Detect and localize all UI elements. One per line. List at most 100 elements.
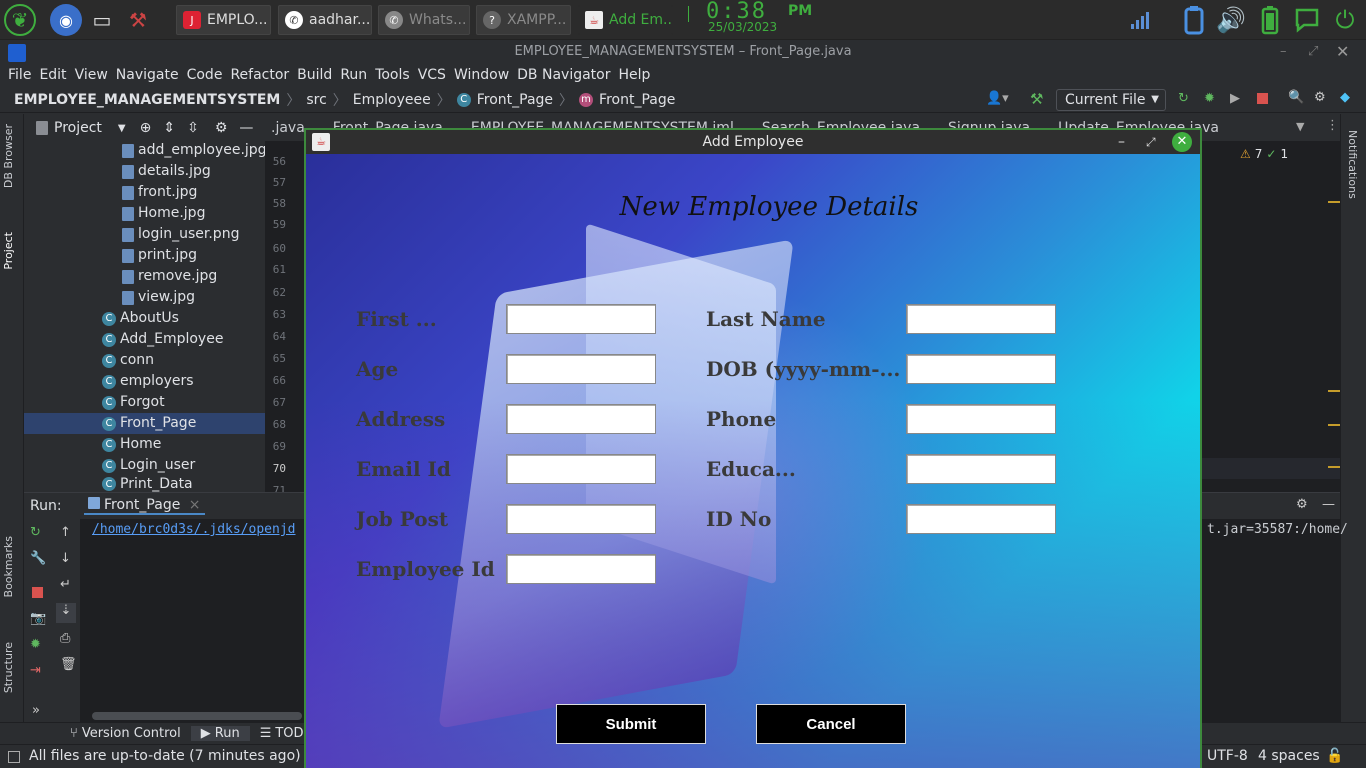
tree-class[interactable]: Cemployers: [102, 371, 194, 392]
signal-icon[interactable]: [1126, 4, 1156, 36]
employee-id-input[interactable]: [506, 554, 656, 584]
tab-run[interactable]: ▶ Run: [190, 726, 250, 741]
tree-class[interactable]: C Login_user: [102, 455, 195, 476]
minimize-icon[interactable]: –: [1280, 41, 1287, 63]
close-icon[interactable]: ✕: [1336, 41, 1349, 63]
power-icon[interactable]: ⏻: [1330, 4, 1360, 36]
task-add-employee[interactable]: ☕ Add Em...: [578, 5, 673, 35]
breadcrumb-class[interactable]: Front_Page: [477, 92, 553, 108]
bookmarks-tab[interactable]: Bookmarks: [2, 536, 15, 597]
cancel-button[interactable]: Cancel: [756, 704, 906, 744]
debug-icon[interactable]: ✹: [30, 637, 41, 652]
address-input[interactable]: [506, 404, 656, 434]
breadcrumb-method[interactable]: Front_Page: [599, 92, 675, 108]
console-link[interactable]: /home/brc0d3s/.jdks/openjd: [92, 522, 296, 537]
expand-all-icon[interactable]: ⇕: [163, 120, 175, 136]
tree-class[interactable]: C Print_Data: [102, 476, 193, 492]
hammer-icon[interactable]: ⚒: [1030, 90, 1043, 108]
menu-navigate[interactable]: Navigate: [112, 64, 183, 86]
run-tab[interactable]: Front_Page ×: [83, 497, 205, 515]
more-icon[interactable]: »: [32, 703, 40, 718]
breadcrumb-package[interactable]: Employeee: [353, 92, 431, 108]
tree-file[interactable]: front.jpg: [122, 182, 197, 203]
tree-class[interactable]: C Add_Employee: [102, 329, 223, 350]
menu-edit[interactable]: Edit: [35, 64, 70, 86]
menu-leaf-icon[interactable]: ❦: [4, 4, 36, 36]
close-icon[interactable]: ✕: [1172, 132, 1192, 152]
search-icon[interactable]: 🔍: [1288, 90, 1304, 105]
clipboard-icon[interactable]: [1180, 4, 1208, 36]
id-no-input[interactable]: [906, 504, 1056, 534]
tab-version-control[interactable]: ⑂ Version Control: [60, 726, 191, 741]
menu-db-navigator[interactable]: DB Navigator: [513, 64, 614, 86]
maximize-icon[interactable]: ⤢: [1146, 130, 1156, 154]
tree-file[interactable]: login_user.png: [122, 224, 239, 245]
menu-run[interactable]: Run: [336, 64, 371, 86]
task-intellij[interactable]: J EMPLO...: [176, 5, 271, 35]
tree-class[interactable]: C Home: [102, 434, 161, 455]
phone-input[interactable]: [906, 404, 1056, 434]
user-icon[interactable]: 👤▾: [986, 91, 1009, 106]
chat-icon[interactable]: [1292, 4, 1322, 36]
arrow-down-icon[interactable]: ↓: [60, 551, 71, 566]
horizontal-scrollbar[interactable]: [92, 712, 302, 720]
print-icon[interactable]: ⎙: [60, 631, 70, 646]
breadcrumb-project[interactable]: EMPLOYEE_MANAGEMENTSYSTEM: [14, 92, 280, 108]
terminal-icon[interactable]: ▭: [86, 4, 118, 36]
trash-icon[interactable]: 🗑: [60, 657, 77, 672]
rerun-icon[interactable]: ↻: [30, 525, 41, 540]
db-browser-tab[interactable]: DB Browser: [2, 124, 15, 188]
menu-help[interactable]: Help: [614, 64, 654, 86]
scroll-to-end-icon[interactable]: ⇣: [56, 603, 76, 623]
status-toggle-icon[interactable]: [8, 751, 20, 763]
volume-icon[interactable]: 🔊: [1214, 4, 1248, 36]
maximize-icon[interactable]: ⤢: [1308, 41, 1318, 63]
task-xampp[interactable]: ? XAMPP...: [476, 5, 571, 35]
menu-view[interactable]: View: [71, 64, 112, 86]
task-whatsapp-aadhar[interactable]: ✆ aadhar...: [278, 5, 372, 35]
tree-file[interactable]: view.jpg: [122, 287, 195, 308]
breadcrumb-src[interactable]: src: [306, 92, 326, 108]
chevron-down-icon[interactable]: ▼: [118, 123, 126, 134]
first-name-input[interactable]: [506, 304, 656, 334]
menu-code[interactable]: Code: [183, 64, 227, 86]
browser-icon[interactable]: ◉: [50, 4, 82, 36]
menu-build[interactable]: Build: [293, 64, 336, 86]
debug-icon[interactable]: ✹: [1204, 91, 1215, 106]
rerun-icon[interactable]: ↻: [1178, 91, 1189, 106]
locate-icon[interactable]: ⊕: [140, 120, 152, 136]
menu-vcs[interactable]: VCS: [414, 64, 450, 86]
tree-file[interactable]: add_employee.jpg: [122, 140, 267, 161]
arrow-up-icon[interactable]: ↑: [60, 525, 71, 540]
plugin-icon[interactable]: ◆: [1340, 90, 1350, 105]
exit-icon[interactable]: ⇥: [30, 663, 41, 678]
hide-icon[interactable]: —: [239, 120, 253, 136]
wrench-icon[interactable]: 🔧: [30, 551, 46, 566]
indent[interactable]: 4 spaces: [1258, 745, 1320, 767]
task-whatsapp[interactable]: ✆ Whats...: [378, 5, 470, 35]
gear-icon[interactable]: ⚙: [1296, 497, 1308, 512]
run-config-select[interactable]: Current File ▼: [1056, 89, 1166, 111]
tabs-dropdown-icon[interactable]: ▼: [1296, 120, 1304, 133]
menu-file[interactable]: File: [4, 64, 35, 86]
hide-icon[interactable]: —: [1322, 497, 1335, 512]
coverage-icon[interactable]: ▶: [1230, 91, 1240, 106]
tree-class[interactable]: Cconn: [102, 350, 154, 371]
submit-button[interactable]: Submit: [556, 704, 706, 744]
notifications-tab[interactable]: Notifications: [1346, 130, 1359, 199]
lock-icon[interactable]: 🔓: [1326, 745, 1343, 767]
email-input[interactable]: [506, 454, 656, 484]
stop-icon[interactable]: [32, 587, 43, 598]
close-icon[interactable]: ×: [189, 497, 201, 513]
stop-icon[interactable]: [1257, 93, 1268, 104]
minimize-icon[interactable]: –: [1118, 130, 1125, 154]
tree-file[interactable]: remove.jpg: [122, 266, 217, 287]
inspection-widget[interactable]: ⚠ 7 ✓ 1: [1240, 147, 1288, 161]
tools-icon[interactable]: ⚒: [122, 4, 154, 36]
soft-wrap-icon[interactable]: ↵: [60, 577, 71, 592]
last-name-input[interactable]: [906, 304, 1056, 334]
tree-file[interactable]: details.jpg: [122, 161, 211, 182]
tree-file[interactable]: print.jpg: [122, 245, 197, 266]
job-post-input[interactable]: [506, 504, 656, 534]
menu-window[interactable]: Window: [450, 64, 513, 86]
